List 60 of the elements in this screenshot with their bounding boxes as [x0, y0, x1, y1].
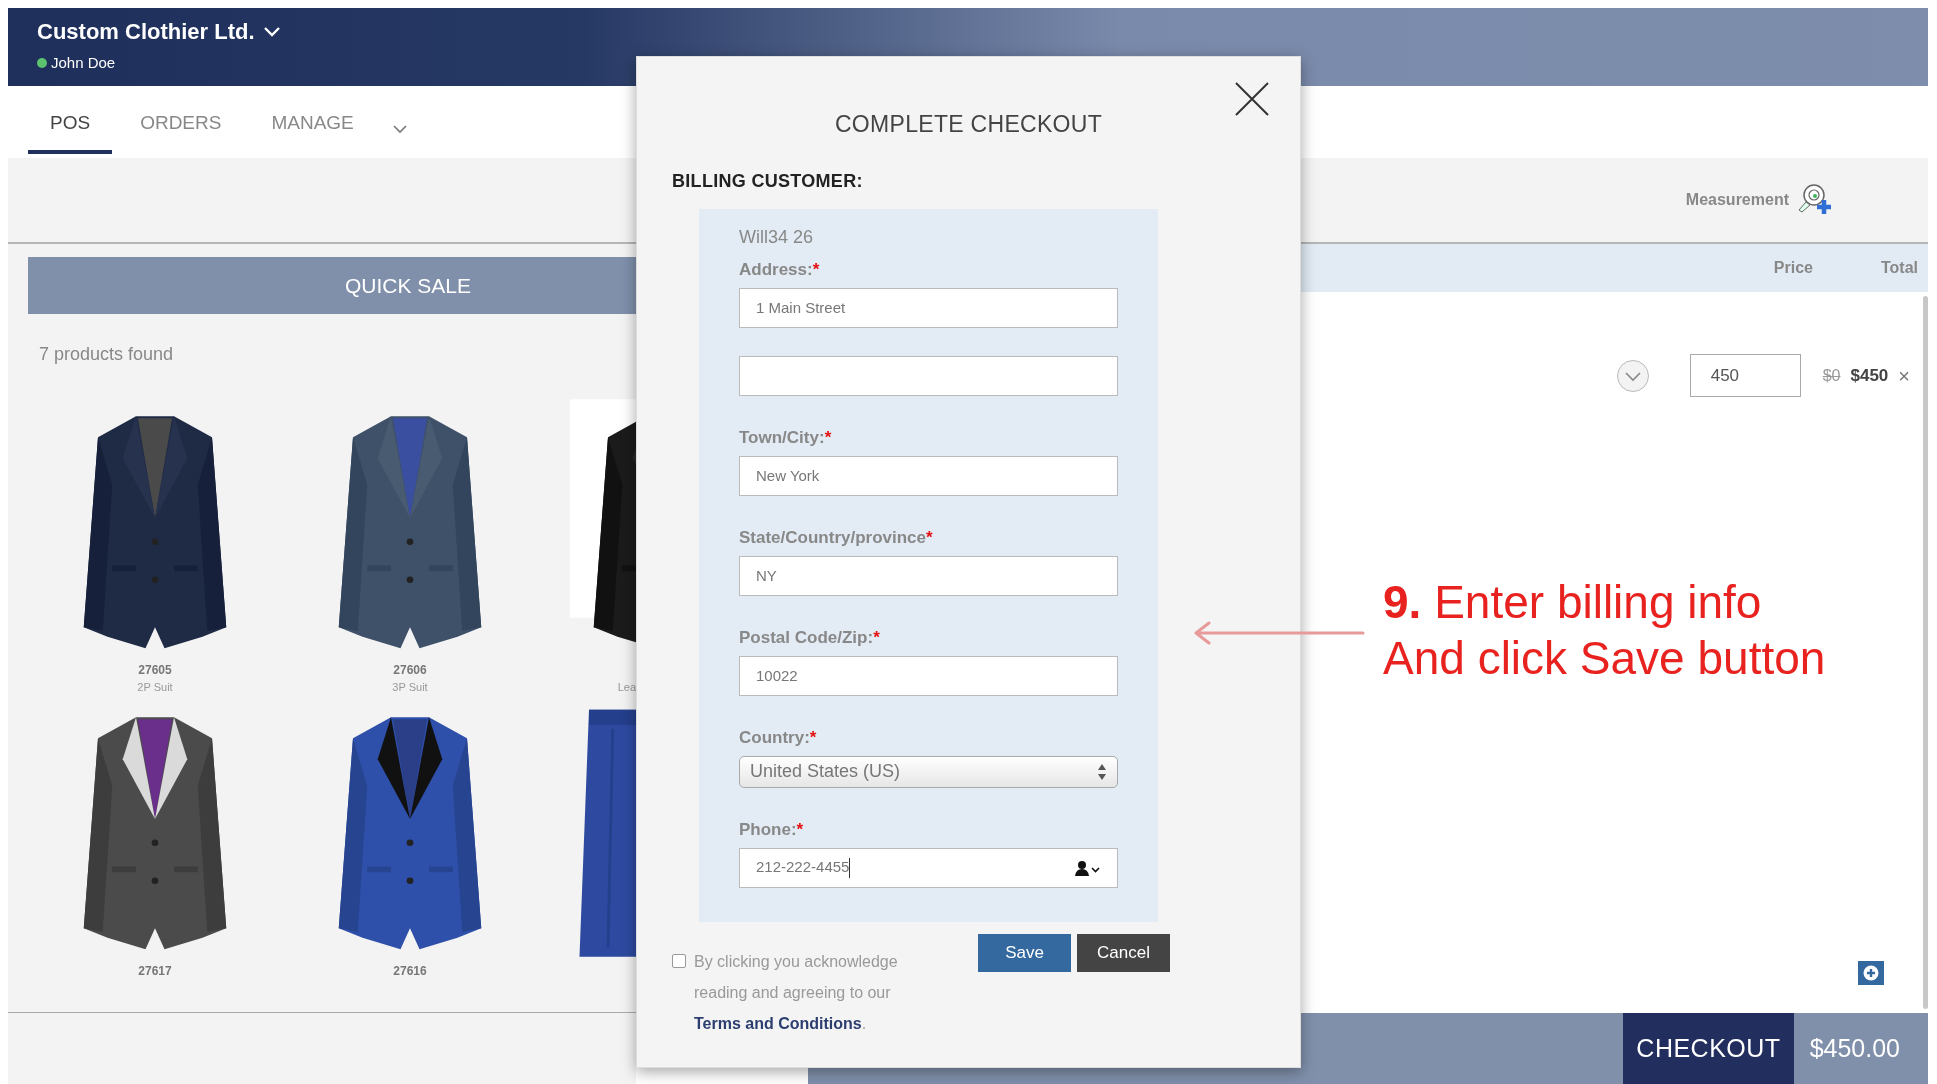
- input-field[interactable]: 10022: [739, 655, 1118, 696]
- input-field[interactable]: New York: [739, 455, 1118, 496]
- annotation-text: 9. Enter billing info: [1383, 575, 1763, 630]
- company-name: Custom Clothier Ltd.: [37, 18, 255, 46]
- required-mark: *: [926, 527, 933, 547]
- checkout-button[interactable]: CHECKOUT: [1623, 1013, 1794, 1084]
- person-icon[interactable]: [1075, 859, 1101, 876]
- column-header: Total: [1880, 258, 1918, 278]
- country-select[interactable]: United States (US): [739, 755, 1118, 788]
- field-label: Address:: [739, 259, 813, 279]
- list-price: $0: [1822, 365, 1841, 386]
- required-mark: *: [873, 627, 880, 647]
- nav-tab[interactable]: POS: [28, 96, 113, 154]
- terms-text: By clicking you acknowledge reading and agreeing to our Terms and Conditions.: [694, 951, 899, 1034]
- nav-tab[interactable]: MANAGE: [249, 96, 376, 154]
- product-type: 2P Suit: [137, 681, 173, 693]
- customer-name: Will34 26: [739, 225, 815, 248]
- column-header: Price: [1773, 258, 1813, 278]
- scrollbar[interactable]: [1923, 296, 1928, 1009]
- field-label: Postal Code/Zip:: [739, 627, 874, 647]
- product-type: Lea: [617, 681, 636, 693]
- required-mark: *: [809, 727, 817, 747]
- product-type: 3P Suit: [392, 681, 428, 693]
- section-heading: BILLING CUSTOMER:: [672, 169, 864, 193]
- product-code: 27616: [393, 964, 427, 978]
- close-button[interactable]: [1234, 81, 1270, 117]
- nav-tab[interactable]: ORDERS: [118, 96, 244, 154]
- measurement-label: Measurement: [1685, 190, 1789, 210]
- add-button[interactable]: [1858, 961, 1884, 985]
- checkbox[interactable]: [672, 953, 686, 968]
- quick-sale-bar[interactable]: QUICK SALE: [28, 257, 636, 314]
- total-amount: $450.00: [1809, 1032, 1900, 1064]
- save-button[interactable]: Save: [978, 933, 1071, 972]
- tape-measure-plus-icon[interactable]: [1797, 183, 1833, 217]
- phone-field[interactable]: 212-222-4455: [739, 847, 1118, 888]
- user-name: John Doe: [51, 53, 116, 73]
- price-field[interactable]: 450: [1689, 354, 1801, 397]
- required-mark: *: [796, 819, 804, 839]
- annotation-text: And click Save button: [1383, 631, 1826, 686]
- terms-link[interactable]: Terms and Conditions: [694, 1014, 862, 1032]
- line-total: $450: [1850, 364, 1889, 387]
- product-code: 27617: [138, 964, 172, 978]
- required-mark: *: [824, 427, 832, 447]
- input-field[interactable]: NY: [739, 555, 1118, 596]
- remove-button[interactable]: ×: [1898, 360, 1910, 391]
- field-label: State/Country/province: [739, 527, 927, 547]
- required-mark: *: [812, 259, 820, 279]
- close-icon: [1234, 81, 1270, 117]
- cancel-button[interactable]: Cancel: [1077, 933, 1170, 972]
- input-field[interactable]: [739, 355, 1118, 396]
- product-code: 27605: [138, 663, 172, 677]
- product-count: 7 products found: [39, 343, 175, 366]
- field-label: Phone:: [739, 819, 797, 839]
- input-field[interactable]: 1 Main Street: [739, 287, 1118, 328]
- up-down-arrows-icon: [1097, 762, 1107, 781]
- dialog-title: COMPLETE CHECKOUT: [833, 110, 1104, 139]
- product-code: 27606: [393, 663, 427, 677]
- field-label: Country:: [739, 727, 810, 747]
- plus-circle-icon: [1863, 965, 1879, 981]
- field-label: Town/City:: [739, 427, 825, 447]
